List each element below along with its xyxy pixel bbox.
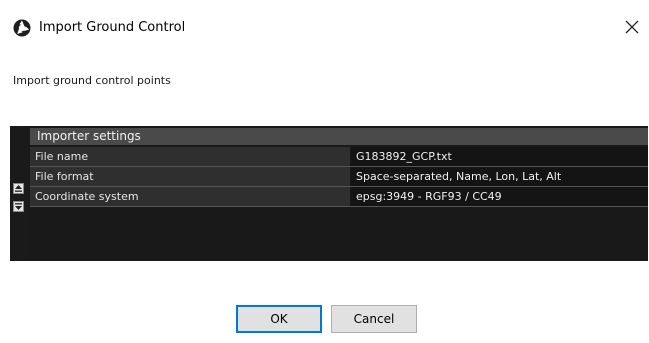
settings-header: Importer settings	[30, 128, 648, 145]
settings-row-file-name[interactable]: File name G183892_GCP.txt	[30, 147, 648, 166]
dialog-subtitle: Import ground control points	[13, 74, 171, 87]
expand-all-icon	[15, 185, 22, 192]
row-value[interactable]: G183892_GCP.txt	[351, 147, 648, 166]
settings-row-file-format[interactable]: File format Space-separated, Name, Lon, …	[30, 167, 648, 186]
expand-all-button[interactable]	[13, 183, 24, 194]
collapse-all-button[interactable]	[13, 201, 24, 212]
dialog-title: Import Ground Control	[39, 20, 186, 35]
close-icon	[625, 20, 639, 34]
row-value[interactable]: Space-separated, Name, Lon, Lat, Alt	[351, 167, 648, 186]
import-ground-control-dialog: Import Ground Control Import ground cont…	[0, 0, 649, 343]
row-value[interactable]: epsg:3949 - RGF93 / CC49	[351, 187, 648, 206]
ok-button[interactable]: OK	[236, 305, 322, 333]
importer-settings-panel: Importer settings File name G183892_GCP.…	[10, 126, 648, 261]
settings-row-coordinate-system[interactable]: Coordinate system epsg:3949 - RGF93 / CC…	[30, 187, 648, 206]
row-divider	[30, 206, 648, 207]
row-key: File format	[30, 167, 350, 186]
camera-aperture-icon	[13, 19, 31, 37]
row-key: File name	[30, 147, 350, 166]
close-button[interactable]	[621, 16, 643, 38]
cancel-button[interactable]: Cancel	[331, 305, 417, 333]
collapse-all-icon	[15, 203, 22, 210]
row-key: Coordinate system	[30, 187, 350, 206]
